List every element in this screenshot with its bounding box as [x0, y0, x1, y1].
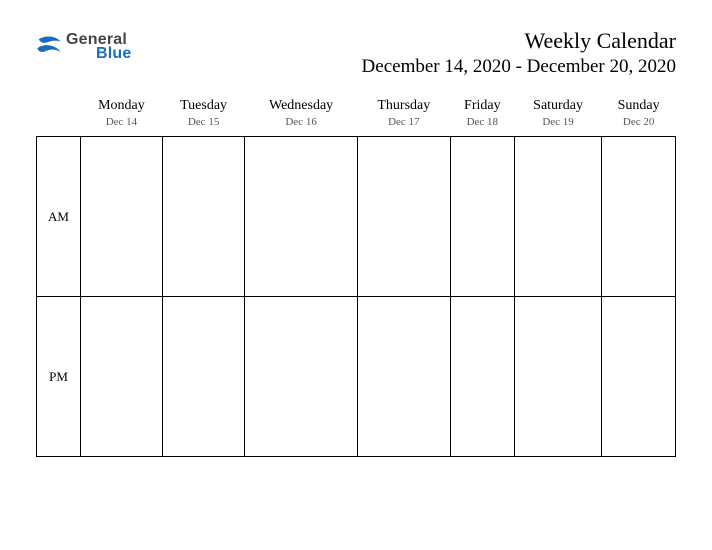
header: General Blue Weekly Calendar December 14…	[36, 28, 676, 78]
cell-am-thursday	[357, 137, 450, 297]
day-name: Sunday	[602, 98, 676, 114]
logo-swoosh-icon	[36, 34, 62, 60]
am-row: AM	[37, 137, 676, 297]
day-date: Dec 14	[81, 116, 163, 128]
day-header-saturday: Saturday Dec 19	[514, 92, 601, 137]
day-name: Thursday	[357, 98, 450, 114]
cell-am-friday	[450, 137, 514, 297]
row-label-pm: PM	[37, 297, 81, 457]
date-range: December 14, 2020 - December 20, 2020	[362, 56, 676, 78]
page-title: Weekly Calendar	[362, 28, 676, 54]
cell-pm-wednesday	[245, 297, 358, 457]
cell-pm-friday	[450, 297, 514, 457]
cell-am-wednesday	[245, 137, 358, 297]
cell-pm-sunday	[602, 297, 676, 457]
title-block: Weekly Calendar December 14, 2020 - Dece…	[362, 28, 676, 78]
day-date: Dec 19	[514, 116, 601, 128]
row-label-am: AM	[37, 137, 81, 297]
logo-text: General Blue	[66, 32, 131, 62]
day-header-thursday: Thursday Dec 17	[357, 92, 450, 137]
pm-row: PM	[37, 297, 676, 457]
day-date: Dec 16	[245, 116, 358, 128]
day-date: Dec 15	[162, 116, 244, 128]
row-label-header-blank	[37, 92, 81, 137]
logo-word-blue: Blue	[96, 46, 131, 62]
cell-am-sunday	[602, 137, 676, 297]
day-header-row: Monday Dec 14 Tuesday Dec 15 Wednesday D…	[37, 92, 676, 137]
cell-pm-saturday	[514, 297, 601, 457]
day-date: Dec 20	[602, 116, 676, 128]
day-name: Wednesday	[245, 98, 358, 114]
day-header-tuesday: Tuesday Dec 15	[162, 92, 244, 137]
day-name: Monday	[81, 98, 163, 114]
cell-pm-monday	[81, 297, 163, 457]
day-header-monday: Monday Dec 14	[81, 92, 163, 137]
cell-am-saturday	[514, 137, 601, 297]
day-date: Dec 18	[450, 116, 514, 128]
day-name: Saturday	[514, 98, 601, 114]
cell-am-monday	[81, 137, 163, 297]
logo: General Blue	[36, 32, 131, 62]
calendar-grid: Monday Dec 14 Tuesday Dec 15 Wednesday D…	[36, 92, 676, 457]
day-name: Tuesday	[162, 98, 244, 114]
day-header-sunday: Sunday Dec 20	[602, 92, 676, 137]
day-header-friday: Friday Dec 18	[450, 92, 514, 137]
cell-pm-thursday	[357, 297, 450, 457]
cell-pm-tuesday	[162, 297, 244, 457]
calendar-page: General Blue Weekly Calendar December 14…	[0, 0, 712, 487]
day-name: Friday	[450, 98, 514, 114]
cell-am-tuesday	[162, 137, 244, 297]
day-date: Dec 17	[357, 116, 450, 128]
day-header-wednesday: Wednesday Dec 16	[245, 92, 358, 137]
